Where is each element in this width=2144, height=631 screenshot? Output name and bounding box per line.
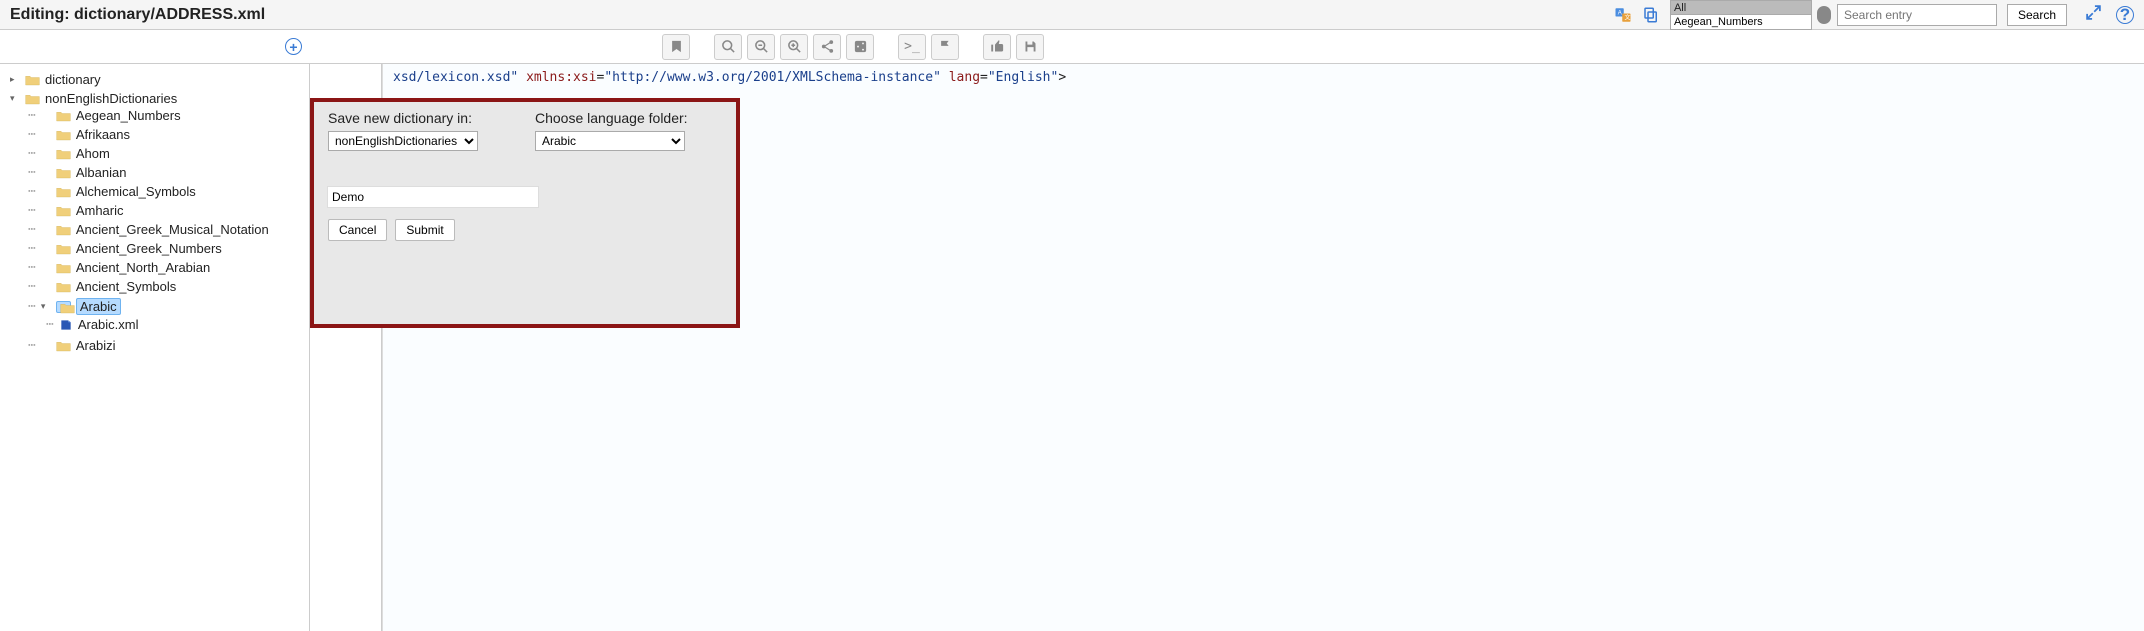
expand-icon[interactable]	[2085, 4, 2102, 26]
tree-item-label: Afrikaans	[76, 127, 130, 142]
translate-icon[interactable]: A文	[1613, 5, 1633, 25]
tree-item-label: Arabic	[76, 298, 121, 315]
top-bar: Editing: dictionary/ADDRESS.xml A文 Searc…	[0, 0, 2144, 30]
svg-text:A: A	[1618, 10, 1622, 16]
top-misc-icons: A文	[1613, 5, 1661, 25]
folder-icon	[25, 93, 40, 105]
filter-all-input[interactable]	[1671, 1, 1811, 15]
flag-button[interactable]	[931, 34, 959, 60]
folder-icon	[56, 205, 71, 217]
expand-tri-icon: ▾	[10, 93, 20, 104]
folder-icon	[56, 167, 71, 179]
zoom-out-button[interactable]	[747, 34, 775, 60]
search-button[interactable]: Search	[2007, 4, 2067, 26]
submit-button[interactable]: Submit	[395, 219, 454, 241]
tree-folder-item[interactable]: ⋯Ancient_Greek_Numbers	[28, 241, 309, 256]
file-icon	[59, 318, 73, 332]
folder-icon	[56, 281, 71, 293]
folder-icon	[56, 186, 71, 198]
toggle-icon: ▾	[41, 301, 51, 312]
zoom-button[interactable]	[714, 34, 742, 60]
share-alt-button[interactable]	[846, 34, 874, 60]
help-icon[interactable]: ?	[2116, 6, 2134, 24]
folder-icon	[56, 129, 71, 141]
file-tree-panel: ▸ dictionary ▾ nonEnglishDictionaries ⋯A…	[0, 64, 310, 631]
tree-item-label: Ancient_Greek_Musical_Notation	[76, 222, 269, 237]
tree-item-label: Amharic	[76, 203, 124, 218]
tree-file-label: Arabic.xml	[78, 317, 139, 332]
folder-icon	[56, 243, 71, 255]
save-in-select[interactable]: nonEnglishDictionaries	[328, 131, 478, 151]
add-button[interactable]: +	[285, 38, 302, 55]
tree-folder-item[interactable]: ⋯Ahom	[28, 146, 309, 161]
folder-icon	[56, 262, 71, 274]
tree-folder-item[interactable]: ⋯Ancient_North_Arabian	[28, 260, 309, 275]
tree-item-label: Ancient_North_Arabian	[76, 260, 210, 275]
tree-item-label: Alchemical_Symbols	[76, 184, 196, 199]
tree-folder-item[interactable]: ⋯Ancient_Greek_Musical_Notation	[28, 222, 309, 237]
collapse-icon: ▸	[10, 74, 20, 85]
bookmark-button[interactable]	[662, 34, 690, 60]
toolbar: + >_	[0, 30, 2144, 64]
folder-icon	[56, 224, 71, 236]
slider-handle[interactable]	[1817, 6, 1831, 24]
thumbs-up-button[interactable]	[983, 34, 1011, 60]
cancel-button[interactable]: Cancel	[328, 219, 387, 241]
tree-folder-item[interactable]: ⋯Albanian	[28, 165, 309, 180]
folder-icon	[56, 301, 71, 313]
tree-item-label: Ancient_Symbols	[76, 279, 176, 294]
folder-icon	[56, 110, 71, 122]
tree-folder-dictionary[interactable]: ▸ dictionary	[10, 72, 309, 87]
filter-selected-input[interactable]	[1671, 15, 1811, 29]
main-area: ▸ dictionary ▾ nonEnglishDictionaries ⋯A…	[0, 64, 2144, 631]
save-button[interactable]	[1016, 34, 1044, 60]
tree-folder-item[interactable]: ⋯Amharic	[28, 203, 309, 218]
tree-item-label: Ancient_Greek_Numbers	[76, 241, 222, 256]
zoom-in-button[interactable]	[780, 34, 808, 60]
folder-icon	[25, 74, 40, 86]
dictionary-name-input[interactable]	[328, 187, 538, 207]
tree-item-label: Albanian	[76, 165, 127, 180]
folder-icon	[56, 340, 71, 352]
page-title: Editing: dictionary/ADDRESS.xml	[10, 6, 265, 24]
filter-select[interactable]	[1671, 1, 1811, 29]
language-folder-select[interactable]: Arabic	[535, 131, 685, 151]
tree-folder-nonenglish[interactable]: ▾ nonEnglishDictionaries	[10, 91, 309, 106]
save-in-label: Save new dictionary in:	[328, 110, 515, 126]
tree-folder-item[interactable]: ⋯Ancient_Symbols	[28, 279, 309, 294]
tree-item-label: Arabizi	[76, 338, 116, 353]
tree-item-label: Ahom	[76, 146, 110, 161]
tree-file-item[interactable]: ⋯Arabic.xml	[46, 317, 309, 332]
tree-folder-item[interactable]: ⋯Alchemical_Symbols	[28, 184, 309, 199]
language-folder-label: Choose language folder:	[535, 110, 722, 126]
save-dictionary-dialog: Save new dictionary in: nonEnglishDictio…	[310, 98, 740, 328]
file-tree: ▸ dictionary ▾ nonEnglishDictionaries ⋯A…	[8, 70, 309, 357]
terminal-button[interactable]: >_	[898, 34, 926, 60]
share-button[interactable]	[813, 34, 841, 60]
tree-item-label: Aegean_Numbers	[76, 108, 181, 123]
search-input[interactable]	[1837, 4, 1997, 26]
folder-icon	[56, 148, 71, 160]
copy-icon[interactable]	[1641, 5, 1661, 25]
tree-folder-item[interactable]: ⋯▾Arabic	[28, 298, 309, 315]
tree-folder-item[interactable]: ⋯Afrikaans	[28, 127, 309, 142]
tree-folder-item[interactable]: ⋯Arabizi	[28, 338, 309, 353]
tree-folder-item[interactable]: ⋯Aegean_Numbers	[28, 108, 309, 123]
